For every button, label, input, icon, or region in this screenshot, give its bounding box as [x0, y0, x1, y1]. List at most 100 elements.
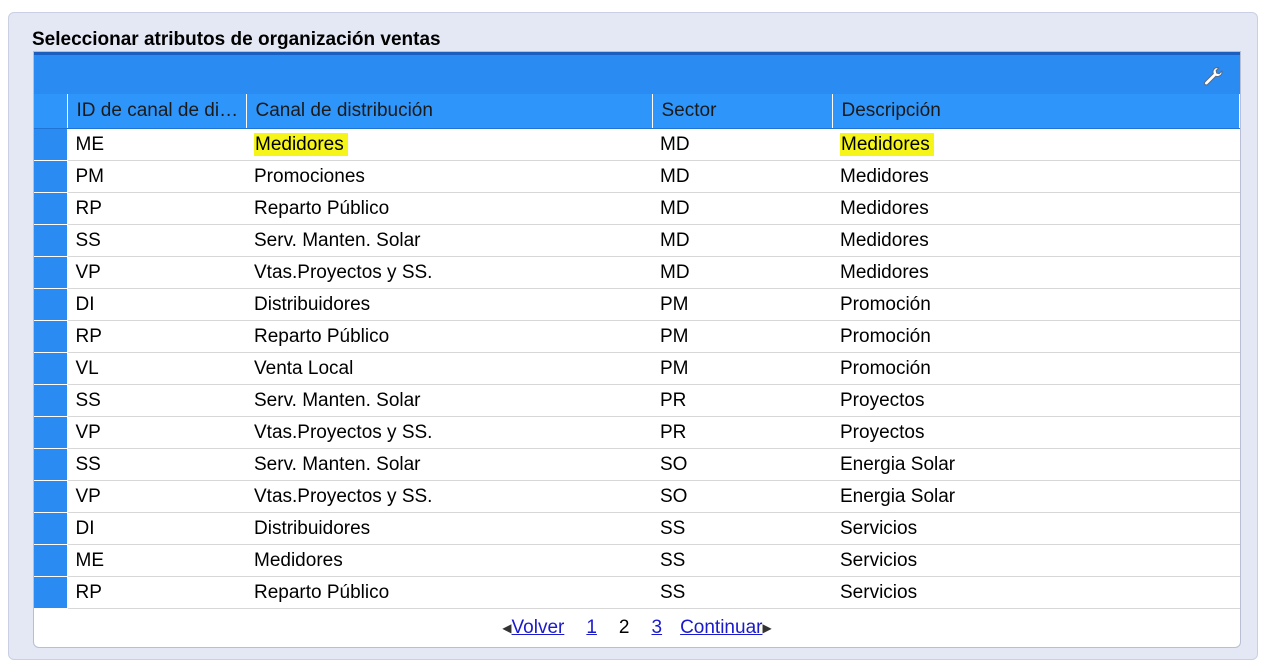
cell-descripcion-text: Servicios	[840, 517, 918, 539]
table-row[interactable]: VL Venta Local PM Promoción	[34, 352, 1240, 385]
table-header-row: ID de canal de di… Canal de distribución…	[34, 94, 1240, 129]
cell-sector-text: SS	[660, 581, 686, 603]
page-link-3[interactable]: 3	[652, 617, 663, 639]
cell-sector-text: SO	[660, 453, 688, 475]
row-selector[interactable]	[34, 416, 68, 449]
cell-id: VL	[67, 352, 246, 385]
cell-id-text: ME	[75, 549, 105, 571]
table-row[interactable]: RP Reparto Público SS Servicios	[34, 576, 1240, 609]
cell-sector-text: PR	[660, 421, 687, 443]
row-selector[interactable]	[34, 224, 68, 257]
table-row[interactable]: VP Vtas.Proyectos y SS. SO Energia Solar	[34, 480, 1240, 513]
cell-id-text: SS	[75, 453, 101, 475]
cell-id: PM	[67, 160, 246, 193]
cell-descripcion: Medidores	[832, 224, 1240, 257]
row-selector[interactable]	[34, 128, 68, 161]
next-arrow-icon[interactable]: ▶	[762, 621, 771, 635]
row-selector[interactable]	[34, 256, 68, 289]
table-row[interactable]: RP Reparto Público PM Promoción	[34, 320, 1240, 353]
cell-id-text: DI	[75, 517, 95, 539]
row-selector[interactable]	[34, 480, 68, 513]
table-row[interactable]: SS Serv. Manten. Solar PR Proyectos	[34, 384, 1240, 417]
cell-id-text: SS	[75, 389, 101, 411]
cell-canal: Distribuidores	[246, 512, 652, 545]
cell-descripcion: Medidores	[832, 192, 1240, 225]
cell-canal: Promociones	[246, 160, 652, 193]
table-row[interactable]: SS Serv. Manten. Solar MD Medidores	[34, 224, 1240, 257]
cell-canal-text: Serv. Manten. Solar	[254, 453, 421, 475]
cell-id: VP	[67, 416, 246, 449]
cell-descripcion: Promoción	[832, 320, 1240, 353]
cell-id-text: RP	[75, 325, 102, 347]
cell-sector-text: MD	[660, 261, 690, 283]
next-page-link[interactable]: Continuar	[680, 617, 762, 639]
row-selector[interactable]	[34, 288, 68, 321]
table-row[interactable]: VP Vtas.Proyectos y SS. PR Proyectos	[34, 416, 1240, 449]
row-selector[interactable]	[34, 352, 68, 385]
cell-canal-text: Distribuidores	[254, 293, 371, 315]
cell-sector: PR	[652, 384, 832, 417]
table-row[interactable]: VP Vtas.Proyectos y SS. MD Medidores	[34, 256, 1240, 289]
wrench-icon[interactable]	[1200, 63, 1226, 89]
cell-sector-text: PM	[660, 357, 689, 379]
row-selector[interactable]	[34, 320, 68, 353]
cell-sector-text: SS	[660, 549, 686, 571]
table-row[interactable]: PM Promociones MD Medidores	[34, 160, 1240, 193]
attributes-table: ID de canal de di… Canal de distribución…	[34, 94, 1240, 609]
cell-canal: Serv. Manten. Solar	[246, 448, 652, 481]
cell-canal: Venta Local	[246, 352, 652, 385]
cell-sector-text: MD	[660, 133, 690, 155]
cell-canal: Reparto Público	[246, 576, 652, 609]
cell-canal-text: Vtas.Proyectos y SS.	[254, 261, 433, 283]
cell-canal-text: Medidores	[254, 549, 343, 571]
cell-canal-text: Promociones	[254, 165, 365, 187]
cell-descripcion: Medidores	[832, 256, 1240, 289]
table-row[interactable]: RP Reparto Público MD Medidores	[34, 192, 1240, 225]
cell-sector-text: SO	[660, 485, 688, 507]
cell-canal: Vtas.Proyectos y SS.	[246, 256, 652, 289]
cell-canal: Distribuidores	[246, 288, 652, 321]
table-row[interactable]: ME Medidores MD Medidores	[34, 128, 1240, 161]
row-selector[interactable]	[34, 576, 68, 609]
cell-sector: PM	[652, 288, 832, 321]
page-link-1[interactable]: 1	[586, 617, 597, 639]
table-row[interactable]: DI Distribuidores SS Servicios	[34, 512, 1240, 545]
table-row[interactable]: ME Medidores SS Servicios	[34, 544, 1240, 577]
cell-descripcion: Servicios	[832, 544, 1240, 577]
prev-page-link[interactable]: Volver	[512, 617, 565, 639]
cell-id: SS	[67, 448, 246, 481]
cell-id: RP	[67, 320, 246, 353]
cell-descripcion-text: Promoción	[840, 357, 931, 379]
cell-canal-text: Serv. Manten. Solar	[254, 229, 421, 251]
row-selector[interactable]	[34, 160, 68, 193]
column-header-id[interactable]: ID de canal de di…	[67, 94, 247, 129]
row-selector[interactable]	[34, 544, 68, 577]
table-row[interactable]: DI Distribuidores PM Promoción	[34, 288, 1240, 321]
cell-canal-text: Reparto Público	[254, 325, 390, 347]
cell-sector: MD	[652, 128, 832, 161]
row-selector[interactable]	[34, 512, 68, 545]
cell-sector: SO	[652, 448, 832, 481]
cell-canal-text: Serv. Manten. Solar	[254, 389, 421, 411]
table-row[interactable]: SS Serv. Manten. Solar SO Energia Solar	[34, 448, 1240, 481]
cell-descripcion-text: Medidores	[840, 229, 929, 251]
column-header-descripcion[interactable]: Descripción	[832, 94, 1240, 129]
column-header-sector[interactable]: Sector	[652, 94, 833, 129]
cell-descripcion: Proyectos	[832, 416, 1240, 449]
cell-sector: SS	[652, 544, 832, 577]
row-selector[interactable]	[34, 192, 68, 225]
cell-canal-text: Medidores	[254, 132, 348, 156]
cell-descripcion-text: Medidores	[840, 197, 929, 219]
cell-sector: MD	[652, 160, 832, 193]
row-selector[interactable]	[34, 384, 68, 417]
prev-arrow-icon[interactable]: ◀	[502, 621, 511, 635]
cell-id-text: SS	[75, 229, 101, 251]
cell-id: ME	[67, 544, 246, 577]
cell-id: DI	[67, 288, 246, 321]
select-all-column[interactable]	[34, 94, 68, 129]
panel-title: Seleccionar atributos de organización ve…	[32, 29, 441, 50]
cell-sector: SS	[652, 512, 832, 545]
column-header-canal[interactable]: Canal de distribución	[246, 94, 653, 129]
cell-descripcion-text: Promoción	[840, 293, 931, 315]
row-selector[interactable]	[34, 448, 68, 481]
